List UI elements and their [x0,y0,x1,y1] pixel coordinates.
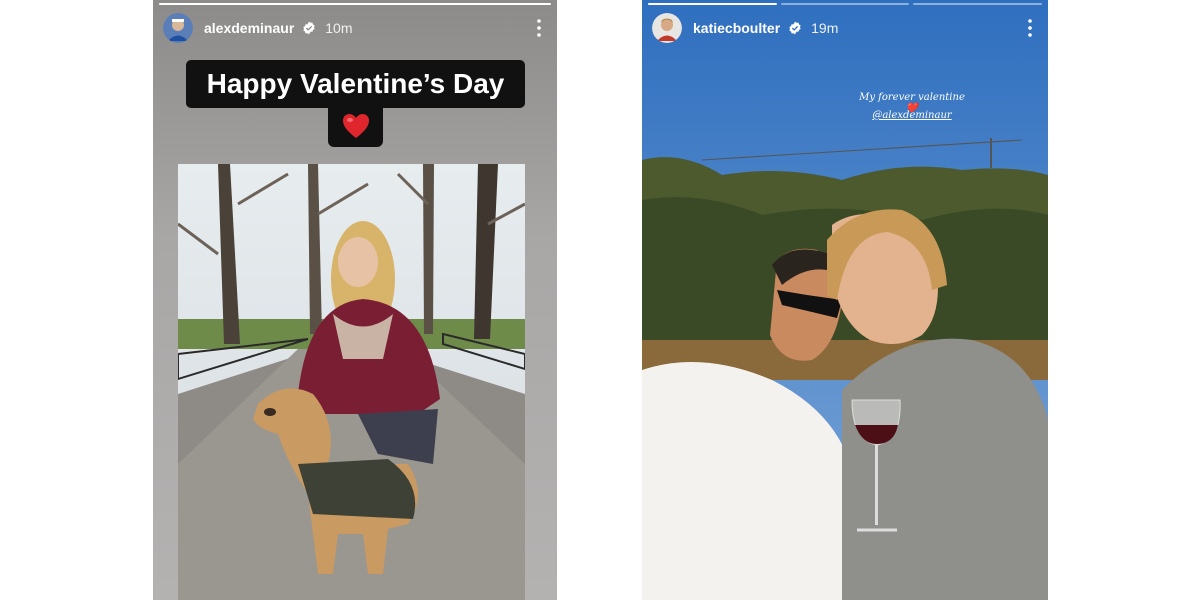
story-photo-couple-selfie [642,0,1048,600]
progress-segment [159,3,551,5]
post-time: 19m [811,20,839,36]
story-photo-woman-with-dog [178,164,525,600]
verified-badge-icon [789,21,801,35]
story-progress-bar [648,3,1043,5]
mention-link[interactable]: @alexdeminaur [852,110,972,121]
text-sticker: Happy Valentine’s Day [186,60,525,108]
more-options-icon[interactable] [531,17,547,39]
progress-segment [780,3,910,5]
username[interactable]: katiecboulter [693,20,780,36]
story-header: katiecboulter 19m [652,13,1038,43]
heart-sticker [328,104,383,147]
username[interactable]: alexdeminaur [204,20,294,36]
story-right[interactable]: katiecboulter 19m My forever valentine ❤… [642,0,1048,600]
verified-badge-icon [303,21,315,35]
post-time: 10m [325,20,353,36]
progress-segment [648,3,777,5]
progress-segment [913,3,1043,5]
story-left[interactable]: alexdeminaur 10m Happy Valentine’s Day [153,0,557,600]
avatar[interactable] [163,13,193,43]
avatar[interactable] [652,13,682,43]
story-progress-bar [159,3,551,5]
story-header: alexdeminaur 10m [163,13,547,43]
heart-icon [342,113,369,138]
more-options-icon[interactable] [1022,17,1038,39]
